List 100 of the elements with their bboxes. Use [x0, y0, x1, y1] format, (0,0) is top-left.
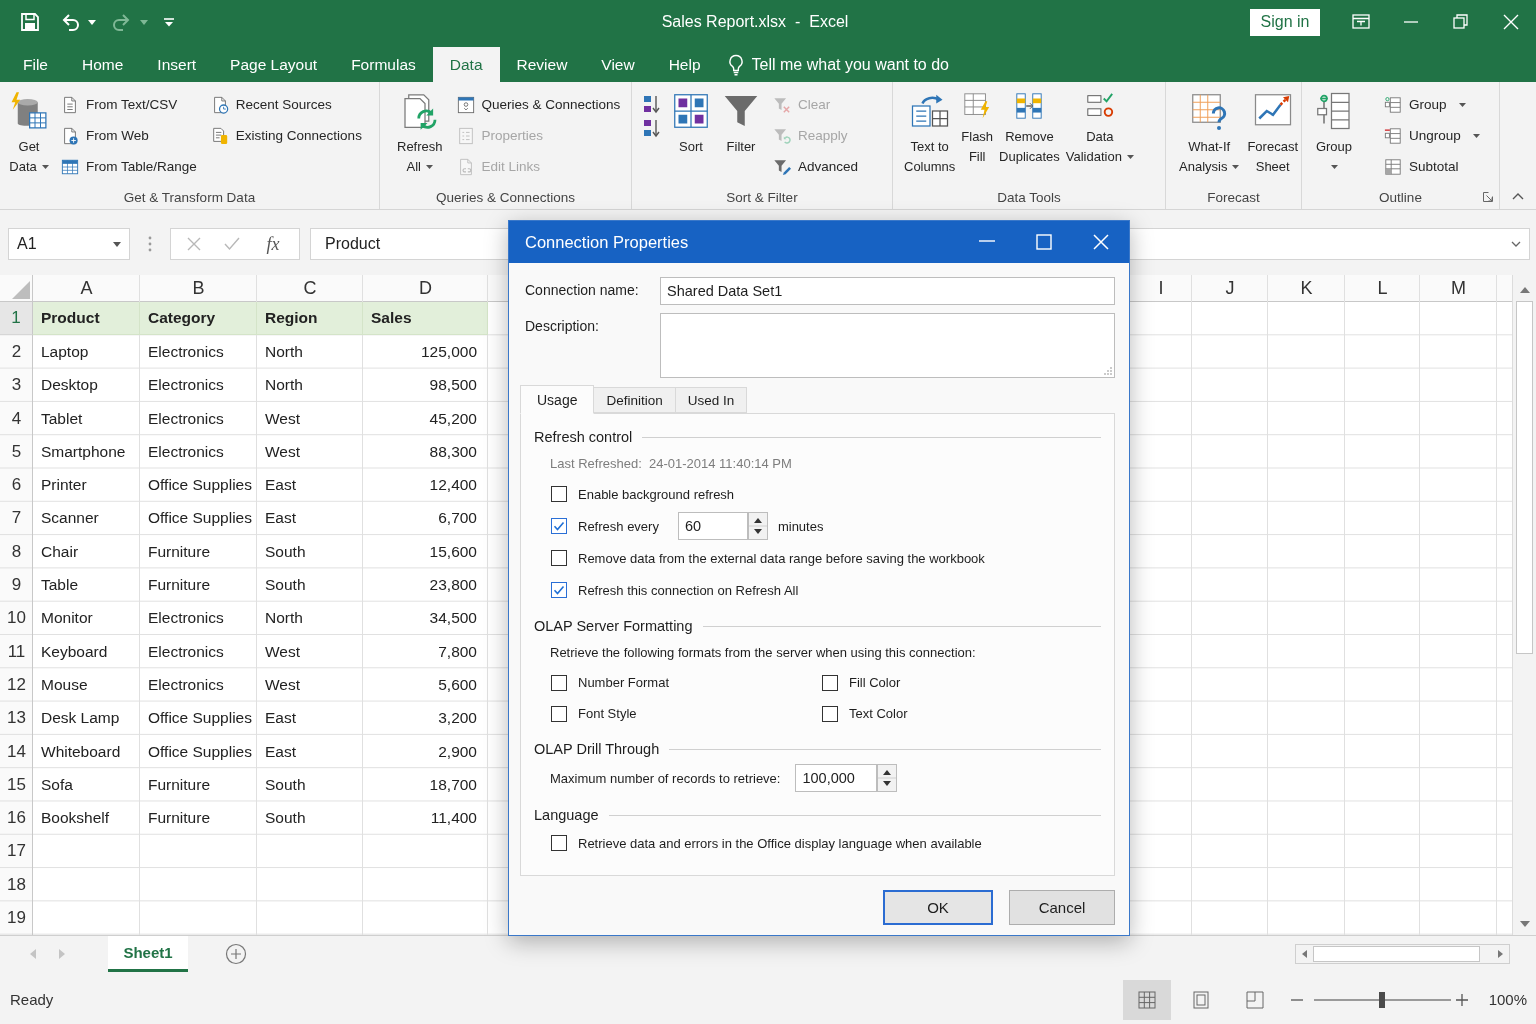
column-header[interactable]: M [1420, 275, 1497, 302]
slider-thumb[interactable] [1379, 991, 1386, 1008]
dialog-button[interactable]: OK [883, 890, 993, 925]
down-arrow-icon[interactable] [1519, 921, 1530, 927]
checkbox[interactable] [551, 550, 567, 566]
ribbon-button[interactable]: From Web [58, 120, 200, 151]
checkbox[interactable] [551, 582, 567, 598]
menu-tab[interactable]: Home [65, 47, 141, 82]
row-header[interactable]: 4 [0, 401, 33, 436]
sign-in-button[interactable]: Sign in [1250, 8, 1320, 36]
row-header[interactable]: 2 [0, 335, 33, 369]
menu-tab[interactable]: Data [432, 47, 500, 82]
name-box[interactable]: A1 [8, 228, 130, 260]
save-icon[interactable] [20, 12, 40, 32]
close-icon[interactable] [1090, 232, 1111, 252]
row-header[interactable]: 8 [0, 535, 33, 569]
menu-tab[interactable]: File [6, 47, 65, 82]
toolbar-menu-icon[interactable] [164, 17, 174, 27]
formula-field[interactable] [1130, 228, 1530, 260]
row-header[interactable]: 5 [0, 435, 33, 469]
tab[interactable]: Usage [520, 385, 595, 414]
ribbon-button[interactable]: Flash Fill [960, 89, 995, 167]
ribbon-button[interactable]: Group [1313, 89, 1355, 177]
ribbon-button[interactable]: Ungroup [1381, 120, 1483, 151]
row-header[interactable]: 3 [0, 368, 33, 402]
column-header[interactable]: I [1130, 275, 1192, 302]
ribbon-button[interactable]: Forecast Sheet [1246, 89, 1299, 177]
maximize-icon[interactable] [1033, 232, 1054, 252]
add-sheet-icon[interactable] [225, 943, 247, 965]
row-header[interactable]: 18 [0, 868, 33, 902]
close-icon[interactable] [1502, 13, 1520, 31]
menu-tab[interactable]: Formulas [334, 47, 433, 82]
menu-tab[interactable]: View [584, 47, 652, 82]
menu-tab[interactable]: Review [499, 47, 585, 82]
grip-icon[interactable] [148, 236, 152, 252]
row-header[interactable]: 9 [0, 568, 33, 602]
row-header[interactable]: 7 [0, 501, 33, 536]
vertical-scrollbar[interactable] [1512, 275, 1536, 935]
chevron-up-icon[interactable] [1512, 193, 1524, 200]
number-field[interactable]: 60 [677, 512, 748, 540]
row-header[interactable]: 1 [0, 302, 33, 336]
scrollbar-thumb[interactable] [1516, 301, 1533, 654]
row-header[interactable]: 11 [0, 634, 33, 669]
corner-arrow-icon[interactable] [1483, 192, 1493, 202]
ribbon-button[interactable]: Refresh All [396, 89, 444, 177]
row-header[interactable]: 15 [0, 768, 33, 802]
text-field[interactable]: Shared Data Set1 [660, 277, 1115, 305]
lightbulb-icon[interactable] [727, 53, 744, 76]
ribbon-button[interactable]: From Table/Range [58, 151, 200, 182]
zoom-level[interactable]: 100% [1488, 991, 1527, 1008]
row-header[interactable]: 19 [0, 901, 33, 935]
ribbon-button[interactable]: Recent Sources [207, 89, 365, 120]
checkbox[interactable] [822, 674, 838, 691]
column-header[interactable]: B [140, 275, 257, 302]
dialog-button[interactable]: Cancel [1009, 890, 1115, 925]
row-header[interactable]: 12 [0, 668, 33, 702]
undo-icon[interactable] [60, 12, 80, 32]
window-icon[interactable] [1352, 13, 1370, 31]
column-header[interactable]: A [33, 275, 140, 302]
checkbox[interactable] [551, 674, 567, 691]
column-header[interactable]: C [257, 275, 363, 302]
ribbon-button[interactable]: Queries & Connections [453, 89, 624, 120]
ribbon-button[interactable]: What-If Analysis [1178, 89, 1241, 177]
menu-tab[interactable]: Insert [140, 47, 214, 82]
column-header[interactable]: J [1192, 275, 1268, 302]
number-field[interactable]: 100,000 [795, 764, 878, 792]
checkbox[interactable] [551, 705, 567, 722]
ribbon-button[interactable]: Sort [670, 89, 712, 157]
spin-buttons[interactable] [747, 512, 768, 540]
ribbon-button[interactable]: Group [1381, 89, 1483, 120]
formula-field[interactable]: Product [310, 228, 508, 260]
sort-descending-icon[interactable] [642, 118, 662, 138]
row-header[interactable]: 10 [0, 601, 33, 635]
menu-tab[interactable]: Page Layout [213, 47, 335, 82]
sort-ascending-icon[interactable] [642, 94, 662, 114]
row-header[interactable]: 14 [0, 734, 33, 769]
restore-icon[interactable] [1452, 13, 1470, 31]
ribbon-button[interactable]: Subtotal [1381, 151, 1483, 182]
row-header[interactable]: 16 [0, 801, 33, 835]
checkbox[interactable] [822, 705, 838, 722]
checkbox[interactable] [551, 835, 567, 851]
ribbon-button[interactable]: Filter [720, 89, 762, 157]
right-arrow-icon[interactable] [1498, 950, 1503, 958]
column-header[interactable]: K [1268, 275, 1345, 302]
text-area-field[interactable] [660, 313, 1115, 378]
tab[interactable]: Used In [675, 387, 748, 413]
view-button[interactable] [1122, 979, 1171, 1020]
ribbon-button[interactable]: Advanced [770, 151, 862, 182]
caret-icon[interactable] [88, 19, 96, 25]
ribbon-button[interactable]: Get Data [8, 89, 50, 177]
up-arrow-icon[interactable] [1519, 287, 1530, 293]
caret-icon[interactable] [113, 241, 121, 247]
function-button[interactable]: fx [262, 233, 284, 255]
column-header[interactable]: D [363, 275, 488, 302]
row-header[interactable]: 17 [0, 834, 33, 869]
ribbon-button[interactable]: Data Validation [1064, 89, 1135, 167]
search-field[interactable]: Tell me what you want to do [751, 55, 982, 74]
sheet-tab[interactable]: Sheet1 [108, 936, 188, 972]
scrollbar-thumb[interactable] [1313, 946, 1480, 962]
ribbon-button[interactable]: Remove Duplicates [998, 89, 1061, 167]
